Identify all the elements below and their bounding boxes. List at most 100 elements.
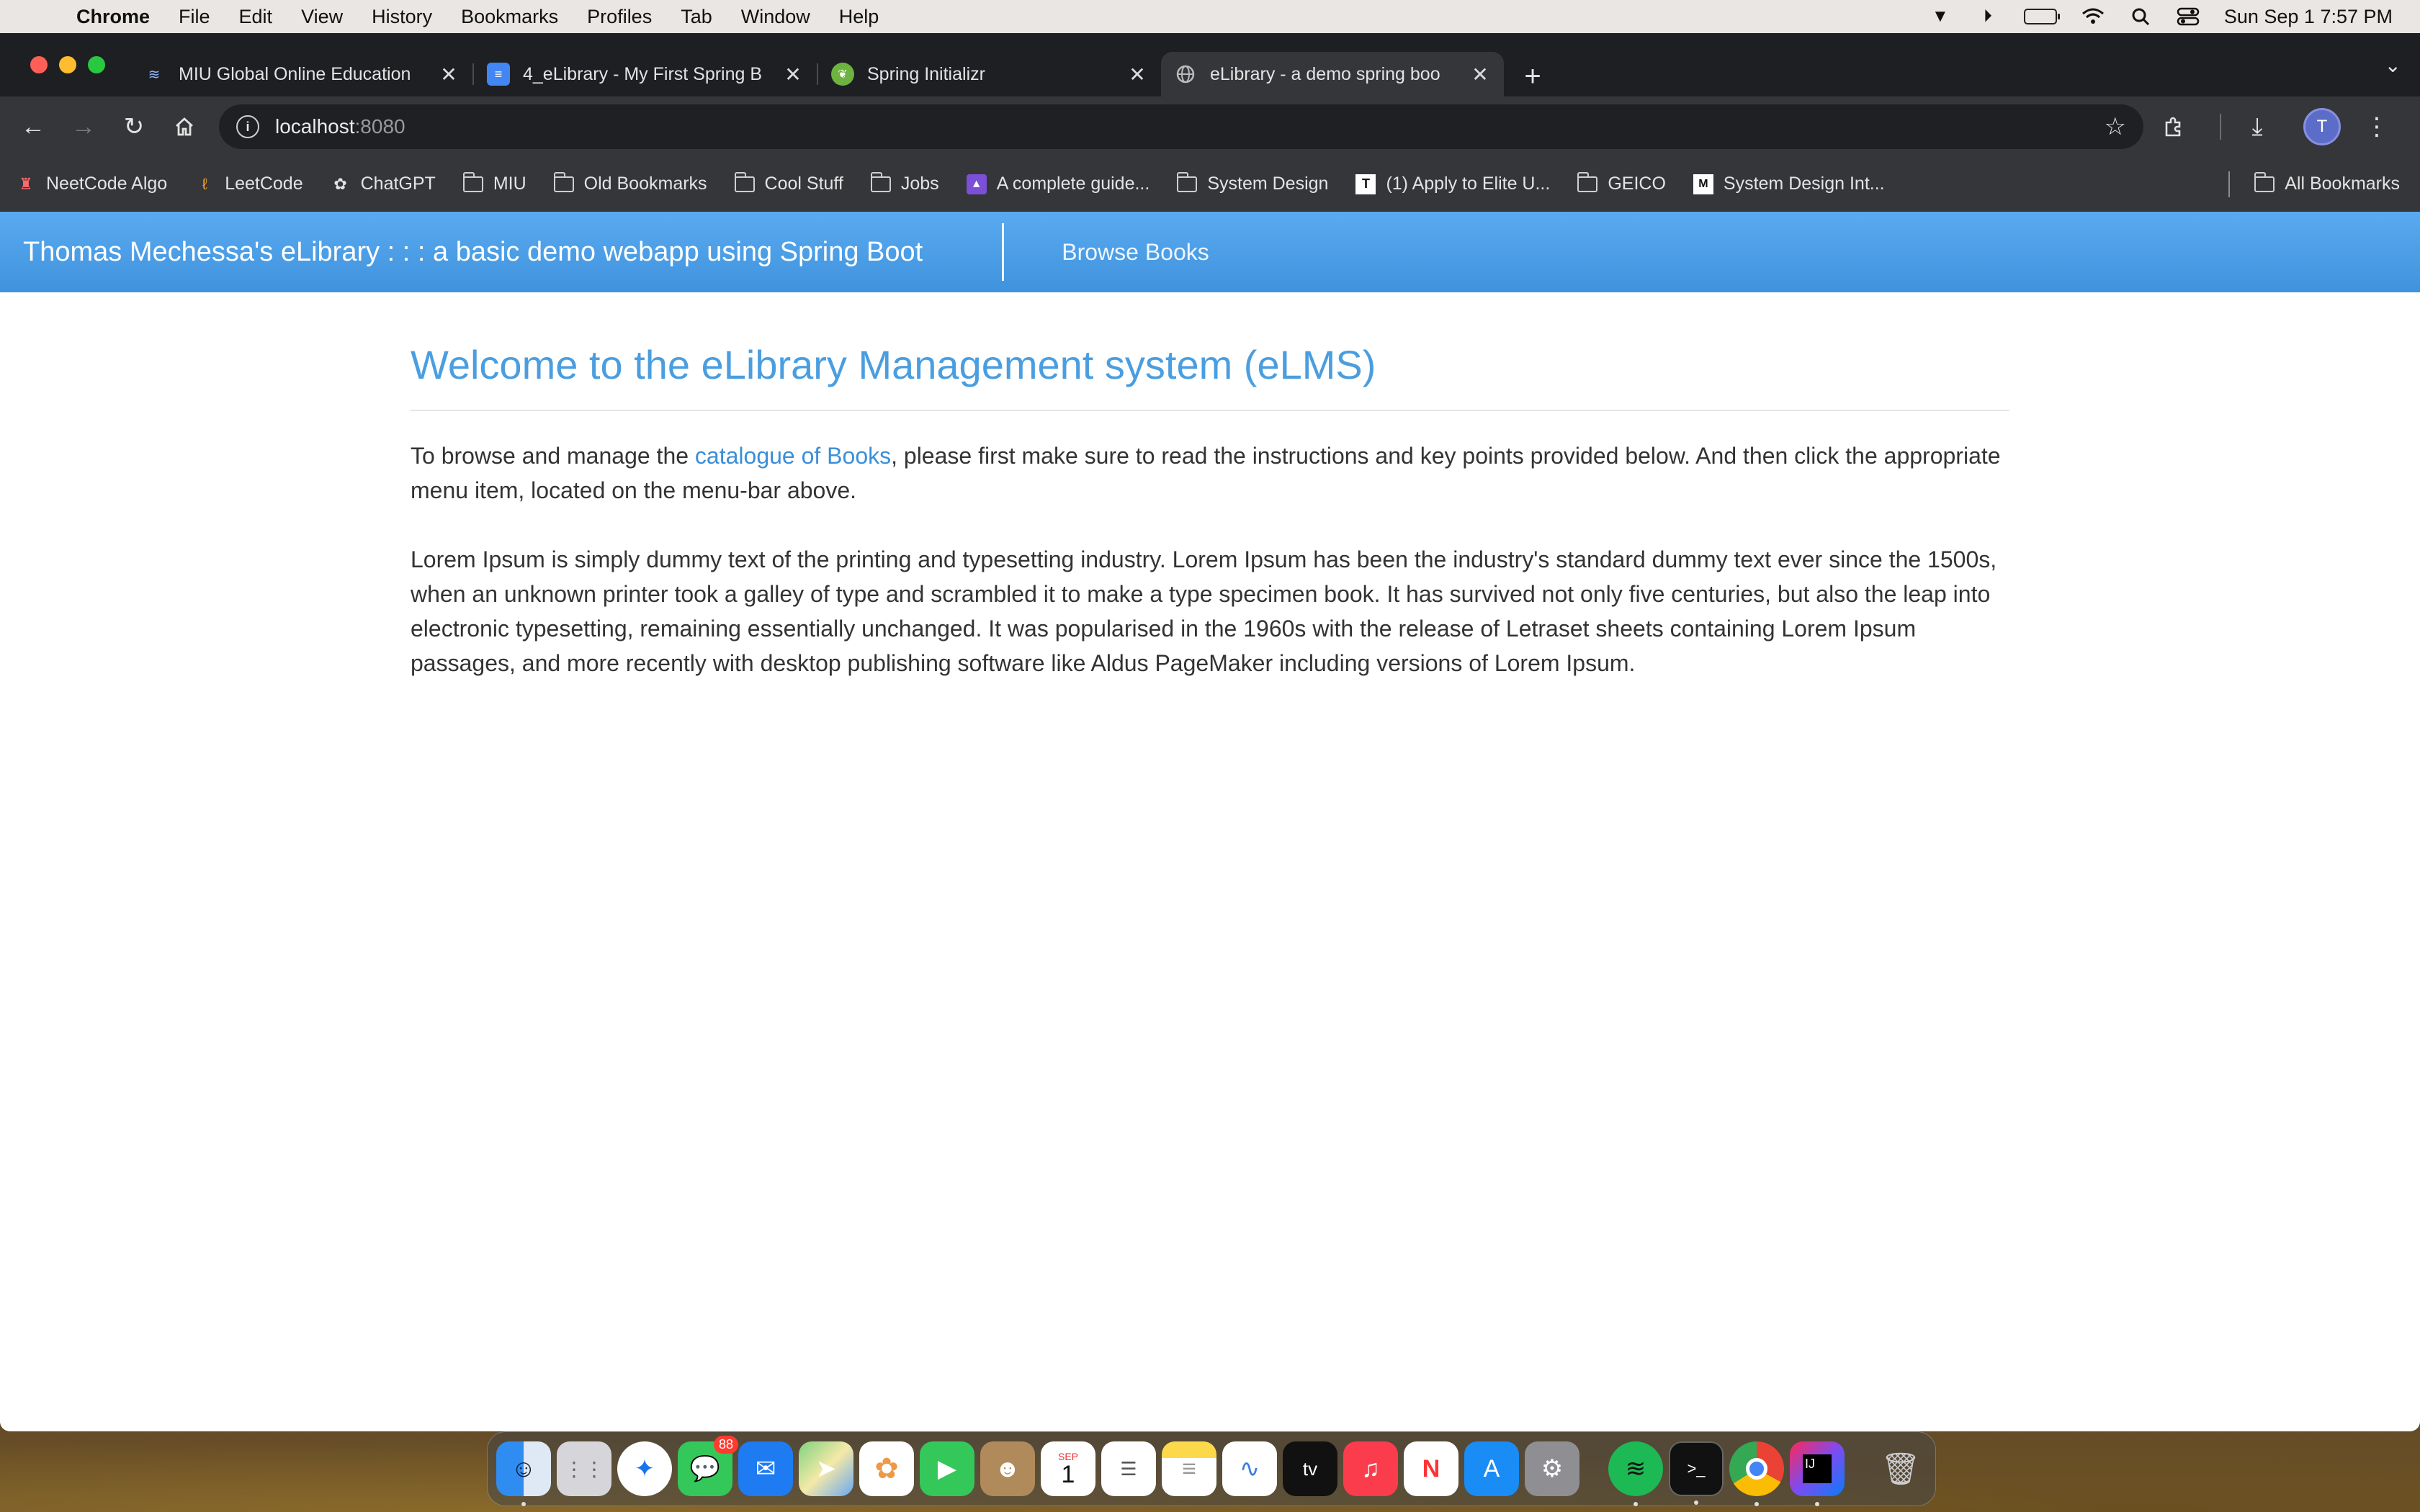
safari-icon[interactable]: ✦ xyxy=(617,1441,672,1496)
url-port: :8080 xyxy=(354,115,405,138)
folder-icon xyxy=(1577,171,1598,192)
app-navbar: Thomas Mechessa's eLibrary : : : a basic… xyxy=(0,212,2420,292)
menu-history[interactable]: History xyxy=(372,6,432,28)
close-tab-icon[interactable]: ✕ xyxy=(782,63,804,86)
photos-icon[interactable]: ✿ xyxy=(859,1441,914,1496)
reminders-icon[interactable]: ☰ xyxy=(1101,1441,1156,1496)
battery-icon[interactable] xyxy=(2023,9,2060,24)
vpn-shield-icon[interactable]: ▼ xyxy=(1929,6,1952,26)
extensions-puzzle-icon[interactable] xyxy=(2154,107,2194,147)
app-store-icon[interactable]: A xyxy=(1464,1441,1519,1496)
rocket-icon: ▲ xyxy=(966,174,987,194)
download-icon[interactable]: ⤓ xyxy=(2237,107,2277,147)
neetcode-icon: ♜ xyxy=(19,174,33,193)
bookmark-label: Cool Stuff xyxy=(764,174,843,194)
back-button[interactable]: ← xyxy=(13,107,53,147)
page-title: Welcome to the eLibrary Management syste… xyxy=(411,341,2009,411)
intro-paragraph: To browse and manage the catalogue of Bo… xyxy=(411,438,2009,508)
menu-clock[interactable]: Sun Sep 1 7:57 PM xyxy=(2224,6,2393,28)
chrome-icon[interactable] xyxy=(1729,1441,1784,1506)
new-tab-button[interactable]: + xyxy=(1512,56,1553,96)
wifi-icon[interactable] xyxy=(2081,7,2105,26)
control-center-icon[interactable] xyxy=(2177,7,2200,26)
menu-app-name[interactable]: Chrome xyxy=(76,6,150,28)
bookmark-label: MIU xyxy=(493,174,526,194)
notes-icon[interactable]: ≡ xyxy=(1162,1441,1216,1496)
running-indicator xyxy=(1754,1502,1759,1506)
kebab-menu-icon[interactable]: ⋮ xyxy=(2357,107,2397,147)
bookmark-folder-jobs[interactable]: Jobs xyxy=(870,171,939,194)
intellij-icon[interactable]: IJ xyxy=(1790,1441,1845,1506)
menu-view[interactable]: View xyxy=(301,6,343,28)
bookmark-folder-system-design[interactable]: System Design xyxy=(1177,171,1328,194)
messages-icon[interactable]: 💬 88 xyxy=(678,1436,738,1496)
apple-tv-icon[interactable]: tv xyxy=(1283,1441,1337,1496)
bookmark-neetcode[interactable]: ♜ NeetCode Algo xyxy=(16,174,167,194)
site-info-icon[interactable]: i xyxy=(236,115,259,138)
menu-edit[interactable]: Edit xyxy=(239,6,273,28)
mail-icon[interactable]: ✉ xyxy=(738,1441,793,1496)
freeform-icon[interactable]: ∿ xyxy=(1222,1441,1277,1496)
terminal-icon[interactable]: >_ xyxy=(1669,1441,1724,1505)
system-settings-icon[interactable]: ⚙ xyxy=(1525,1441,1579,1496)
menu-help[interactable]: Help xyxy=(839,6,879,28)
bookmarks-bar: ♜ NeetCode Algo ℓ LeetCode ✿ ChatGPT MIU Ol… xyxy=(0,157,2420,212)
close-tab-icon[interactable]: ✕ xyxy=(1469,63,1491,86)
folder-icon xyxy=(870,171,891,192)
bookmark-label: GEICO xyxy=(1608,174,1666,194)
bookmark-system-design-int[interactable]: M System Design Int... xyxy=(1693,174,1885,194)
bookmark-label: System Design Int... xyxy=(1723,174,1885,194)
all-bookmarks-button[interactable]: All Bookmarks xyxy=(2254,171,2400,194)
zoom-window-button[interactable] xyxy=(88,56,105,73)
running-indicator xyxy=(521,1502,526,1506)
tab-miu[interactable]: ≋ MIU Global Online Education ✕ xyxy=(130,52,472,96)
home-button[interactable] xyxy=(164,107,205,147)
bookmark-chatgpt[interactable]: ✿ ChatGPT xyxy=(331,174,435,194)
menu-bookmarks[interactable]: Bookmarks xyxy=(461,6,558,28)
bookmark-folder-geico[interactable]: GEICO xyxy=(1577,171,1666,194)
music-icon[interactable]: ♫ xyxy=(1343,1441,1398,1496)
profile-avatar[interactable]: T xyxy=(2303,108,2341,145)
menu-profiles[interactable]: Profiles xyxy=(587,6,652,28)
macos-menu-bar: Chrome File Edit View History Bookmarks … xyxy=(0,0,2420,33)
catalogue-link[interactable]: catalogue of Books xyxy=(695,443,891,469)
spotify-icon[interactable]: ≋ xyxy=(1608,1441,1663,1506)
bookmark-star-icon[interactable]: ☆ xyxy=(2105,112,2126,141)
maps-icon[interactable]: ➤ xyxy=(799,1441,853,1496)
calendar-icon[interactable]: SEP 1 xyxy=(1041,1441,1095,1496)
macos-dock: ☺ ⋮⋮ ✦ 💬 88 ✉ ➤ ✿ ▶ ☻ SEP 1 ☰ ≡ ∿ tv ♫ N … xyxy=(487,1431,1936,1506)
bookmark-folder-old[interactable]: Old Bookmarks xyxy=(553,171,707,194)
contacts-icon[interactable]: ☻ xyxy=(980,1441,1035,1496)
news-icon[interactable]: N xyxy=(1404,1441,1458,1496)
elite-icon: T xyxy=(1355,174,1376,194)
browse-books-link[interactable]: Browse Books xyxy=(1062,239,1209,266)
launchpad-icon[interactable]: ⋮⋮ xyxy=(557,1441,611,1496)
close-tab-icon[interactable]: ✕ xyxy=(438,63,460,86)
tab-elibrary[interactable]: eLibrary - a demo spring boo ✕ xyxy=(1161,52,1504,96)
forward-button[interactable]: → xyxy=(63,107,104,147)
chevron-down-icon[interactable]: ⌄ xyxy=(2385,53,2401,77)
bookmark-leetcode[interactable]: ℓ LeetCode xyxy=(194,174,303,194)
bookmark-complete-guide[interactable]: ▲ A complete guide... xyxy=(966,174,1150,194)
chrome-center xyxy=(1746,1458,1767,1480)
close-window-button[interactable] xyxy=(30,56,48,73)
tab-google-doc[interactable]: ≡ 4_eLibrary - My First Spring B ✕ xyxy=(474,52,817,96)
play-icon[interactable]: ⏵ xyxy=(1976,6,1999,26)
bookmark-folder-cool-stuff[interactable]: Cool Stuff xyxy=(734,171,843,194)
menu-window[interactable]: Window xyxy=(741,6,810,28)
bookmark-folder-miu[interactable]: MIU xyxy=(462,171,526,194)
facetime-icon[interactable]: ▶ xyxy=(920,1441,974,1496)
spring-icon: ❦ xyxy=(831,63,854,86)
menu-file[interactable]: File xyxy=(179,6,210,28)
tab-spring-initializr[interactable]: ❦ Spring Initializr ✕ xyxy=(818,52,1161,96)
reload-button[interactable]: ↻ xyxy=(114,107,154,147)
trash-icon[interactable]: 🗑 xyxy=(1873,1441,1928,1496)
close-tab-icon[interactable]: ✕ xyxy=(1126,63,1148,86)
spotlight-search-icon[interactable] xyxy=(2129,7,2152,26)
menu-tab[interactable]: Tab xyxy=(681,6,712,28)
finder-icon[interactable]: ☺ xyxy=(496,1441,551,1506)
minimize-window-button[interactable] xyxy=(59,56,76,73)
bookmark-elite-u[interactable]: T (1) Apply to Elite U... xyxy=(1355,174,1550,194)
app-brand[interactable]: Thomas Mechessa's eLibrary : : : a basic… xyxy=(0,237,1002,268)
address-bar[interactable]: i localhost:8080 ☆ xyxy=(219,104,2143,149)
